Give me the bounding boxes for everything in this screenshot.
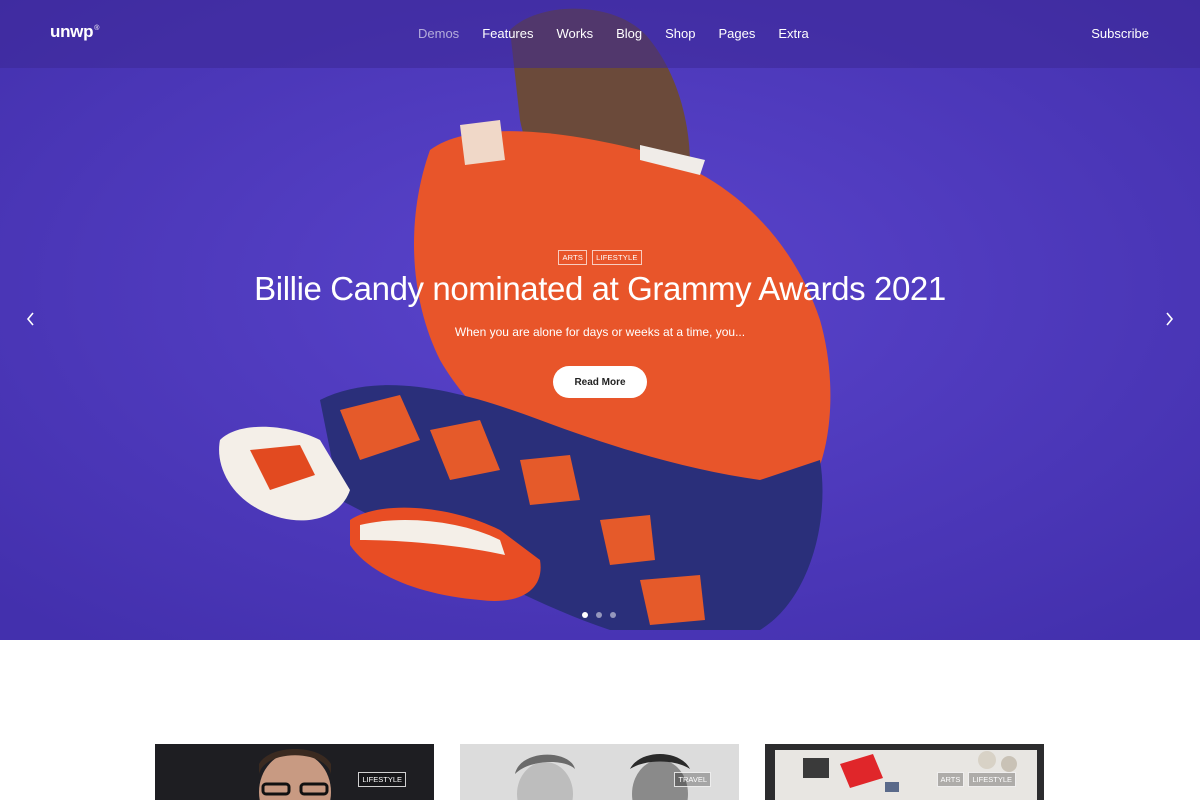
slider-dot-2[interactable] xyxy=(596,612,602,618)
post-card[interactable]: ARTS LIFESTYLE xyxy=(765,744,1044,800)
top-navigation-bar: unwp® Demos Features Works Blog Shop Pag… xyxy=(0,0,1200,68)
site-logo[interactable]: unwp® xyxy=(50,22,99,42)
tag-lifestyle[interactable]: LIFESTYLE xyxy=(968,772,1016,787)
nav-item-features[interactable]: Features xyxy=(482,26,533,41)
hero-tags: ARTS LIFESTYLE xyxy=(0,250,1200,265)
logo-mark: ® xyxy=(94,25,100,33)
logo-text: unwp xyxy=(50,22,94,41)
tag-arts[interactable]: ARTS xyxy=(558,250,588,265)
tag-lifestyle[interactable]: LIFESTYLE xyxy=(592,250,642,265)
post-card[interactable]: TRAVEL xyxy=(460,744,739,800)
hero-excerpt: When you are alone for days or weeks at … xyxy=(454,325,746,339)
nav-item-pages[interactable]: Pages xyxy=(719,26,756,41)
chevron-left-icon[interactable] xyxy=(21,309,41,329)
slider-dot-1[interactable] xyxy=(582,612,588,618)
nav-item-demos[interactable]: Demos xyxy=(418,26,459,41)
post-card[interactable]: LIFESTYLE xyxy=(155,744,434,800)
tag-lifestyle[interactable]: LIFESTYLE xyxy=(358,772,406,787)
hero-image xyxy=(0,0,1200,640)
card-tags: LIFESTYLE xyxy=(358,772,406,787)
slider-pagination xyxy=(582,612,616,618)
post-cards: LIFESTYLE TRAVEL ARTS LIFESTYLE xyxy=(155,744,1044,800)
nav-item-works[interactable]: Works xyxy=(557,26,594,41)
tag-travel[interactable]: TRAVEL xyxy=(674,772,711,787)
chevron-right-icon[interactable] xyxy=(1159,309,1179,329)
hero-slider: unwp® Demos Features Works Blog Shop Pag… xyxy=(0,0,1200,640)
read-more-button[interactable]: Read More xyxy=(553,366,647,398)
nav-item-shop[interactable]: Shop xyxy=(665,26,695,41)
main-nav: Demos Features Works Blog Shop Pages Ext… xyxy=(418,26,832,41)
slider-dot-3[interactable] xyxy=(610,612,616,618)
subscribe-link[interactable]: Subscribe xyxy=(1091,26,1149,41)
nav-item-blog[interactable]: Blog xyxy=(616,26,642,41)
tag-arts[interactable]: ARTS xyxy=(936,772,965,787)
hero-title[interactable]: Billie Candy nominated at Grammy Awards … xyxy=(0,270,1200,308)
card-tags: TRAVEL xyxy=(674,772,711,787)
card-tags: ARTS LIFESTYLE xyxy=(936,772,1016,787)
nav-item-extra[interactable]: Extra xyxy=(778,26,808,41)
